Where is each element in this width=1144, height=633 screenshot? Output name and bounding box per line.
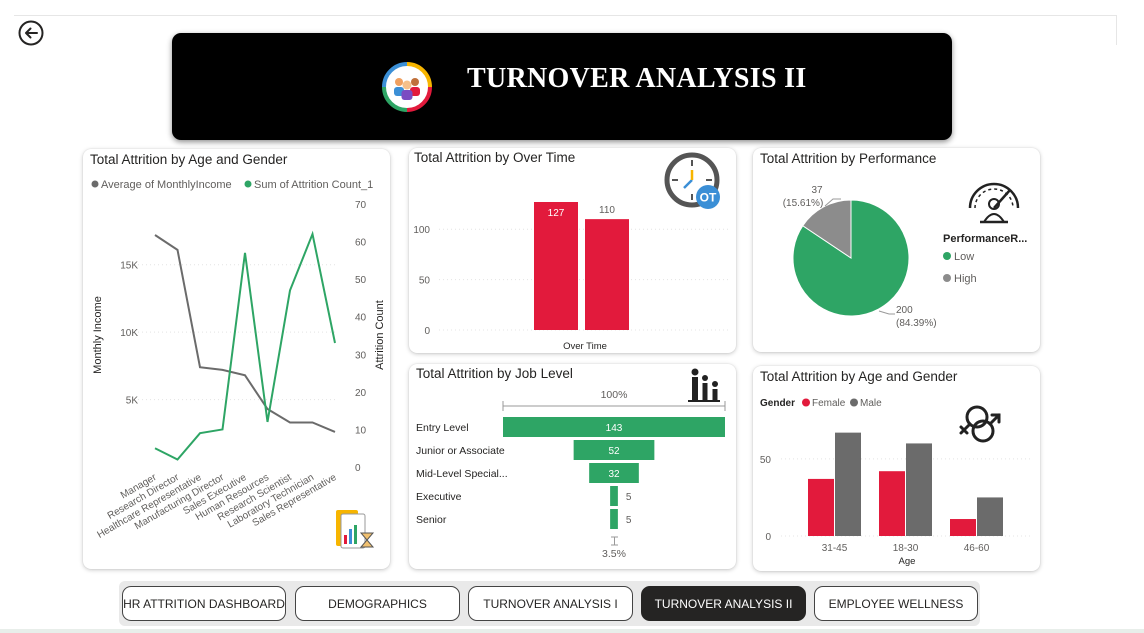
y2-tick-label: 10	[355, 425, 367, 436]
leader-line-low	[878, 310, 895, 315]
legend-label: High	[954, 273, 977, 285]
y2-tick-label: 40	[355, 313, 367, 324]
nav-employee-wellness[interactable]: EMPLOYEE WELLNESS	[814, 586, 978, 621]
age-gender-bar-chart: 0 50 Gender Female Male 31-45 18-30 46-60 Age	[760, 398, 1033, 567]
category-label: Entry Level	[416, 422, 469, 434]
y-tick-label: 0	[424, 326, 430, 337]
legend-label-male: Male	[860, 398, 882, 409]
x-tick-label: 46-60	[964, 543, 990, 554]
svg-text:OT: OT	[700, 191, 717, 205]
legend-marker-income	[91, 180, 99, 188]
hierarchy-people-icon	[688, 368, 720, 402]
bottom-strip	[0, 629, 1144, 633]
overtime-clock-icon: OT	[664, 152, 720, 209]
y2-tick-label: 30	[355, 350, 367, 361]
card-job-level[interactable]: Total Attrition by Job Level 100% Entry L…	[409, 364, 736, 569]
category-label: Junior or Associate	[416, 445, 505, 457]
bar-female	[879, 471, 905, 536]
page-navigation: HR ATTRITION DASHBOARD DEMOGRAPHICS TURN…	[119, 581, 980, 626]
data-label-low: 200	[896, 305, 913, 316]
back-arrow-icon[interactable]	[17, 19, 45, 47]
legend-label-female: Female	[812, 398, 846, 409]
data-label: 5	[626, 515, 632, 526]
gender-symbol-icon	[959, 405, 1001, 443]
category-label: Senior	[416, 514, 447, 526]
y2-tick-label: 0	[355, 463, 361, 474]
x-axis-title: Age	[899, 556, 916, 567]
y-tick-label: 5K	[126, 396, 139, 407]
bar-male	[906, 443, 932, 536]
card-role-attrition[interactable]: Total Attrition by Age and Gender Averag…	[83, 149, 390, 569]
legend-marker-attrition	[244, 180, 252, 188]
performance-gauge-icon	[968, 182, 1020, 224]
category-label: Executive	[416, 491, 462, 503]
header-banner: TURNOVER ANALYSIS II	[172, 33, 952, 140]
data-label-high-pct: (15.61%)	[783, 198, 824, 209]
data-label: 32	[608, 469, 620, 480]
card-performance[interactable]: Total Attrition by Performance 200 (84.39…	[753, 148, 1040, 352]
x-axis-title: Over Time	[563, 341, 607, 352]
y-axis-title: Monthly Income	[92, 296, 104, 374]
y2-tick-label: 60	[355, 238, 367, 249]
frame-right-line	[1116, 15, 1117, 45]
nav-hr-attrition-dashboard[interactable]: HR ATTRITION DASHBOARD	[122, 586, 286, 621]
legend-title: PerformanceR...	[943, 233, 1027, 245]
role-line-chart: Average of MonthlyIncome Sum of Attrition…	[91, 179, 386, 541]
legend-marker-female	[802, 398, 810, 407]
data-label: 52	[608, 446, 620, 457]
legend-marker	[943, 274, 951, 282]
data-label: 143	[606, 423, 623, 434]
series-line-attrition	[154, 230, 336, 461]
data-label-high: 37	[811, 185, 823, 196]
y-tick-label: 100	[413, 225, 430, 236]
bar-male	[835, 432, 861, 536]
legend-label-income: Average of MonthlyIncome	[101, 179, 232, 191]
page-title: TURNOVER ANALYSIS II	[467, 63, 807, 94]
legend-marker	[943, 252, 951, 260]
funnel-bottom-label: 3.5%	[602, 548, 626, 560]
legend-label: Low	[954, 251, 974, 263]
card-overtime[interactable]: Total Attrition by Over Time 0 50 100 127 11…	[409, 148, 736, 353]
y2-tick-label: 70	[355, 200, 367, 211]
y-tick-label: 10K	[120, 328, 138, 339]
y2-tick-label: 20	[355, 388, 367, 399]
y-tick-label: 50	[419, 276, 431, 287]
y2-tick-label: 50	[355, 275, 367, 286]
funnel-bar	[610, 486, 618, 506]
nav-turnover-analysis-ii[interactable]: TURNOVER ANALYSIS II	[641, 586, 806, 621]
data-label-low-pct: (84.39%)	[896, 318, 937, 329]
x-tick-label: 18-30	[893, 543, 919, 554]
data-label: 127	[548, 208, 565, 219]
category-label: Mid-Level Special...	[416, 468, 508, 480]
y-tick-label: 50	[760, 455, 772, 466]
legend-label-attrition: Sum of Attrition Count_1	[254, 179, 373, 191]
bar-overtime	[585, 219, 629, 330]
data-label: 5	[626, 492, 632, 503]
nav-demographics[interactable]: DEMOGRAPHICS	[295, 586, 460, 621]
nav-turnover-analysis-i[interactable]: TURNOVER ANALYSIS I	[468, 586, 633, 621]
card-age-gender[interactable]: Total Attrition by Age and Gender 0 50 Gen…	[753, 366, 1040, 571]
funnel-bar	[610, 509, 618, 529]
team-logo-icon	[382, 62, 432, 112]
bar-female	[808, 478, 834, 536]
bar-female	[950, 519, 976, 536]
legend-marker-male	[850, 398, 858, 407]
legend-title: Gender	[760, 398, 795, 409]
y2-axis-title: Attrition Count	[374, 300, 386, 370]
y-tick-label: 0	[765, 532, 771, 543]
bar-male	[977, 497, 1003, 536]
data-label: 110	[599, 205, 615, 216]
x-tick-label: 31-45	[822, 543, 848, 554]
funnel-top-label: 100%	[601, 389, 628, 401]
bar-overtime	[534, 202, 578, 330]
y-tick-label: 15K	[120, 261, 138, 272]
frame-top-line	[14, 15, 1116, 16]
report-hourglass-icon	[336, 510, 375, 549]
